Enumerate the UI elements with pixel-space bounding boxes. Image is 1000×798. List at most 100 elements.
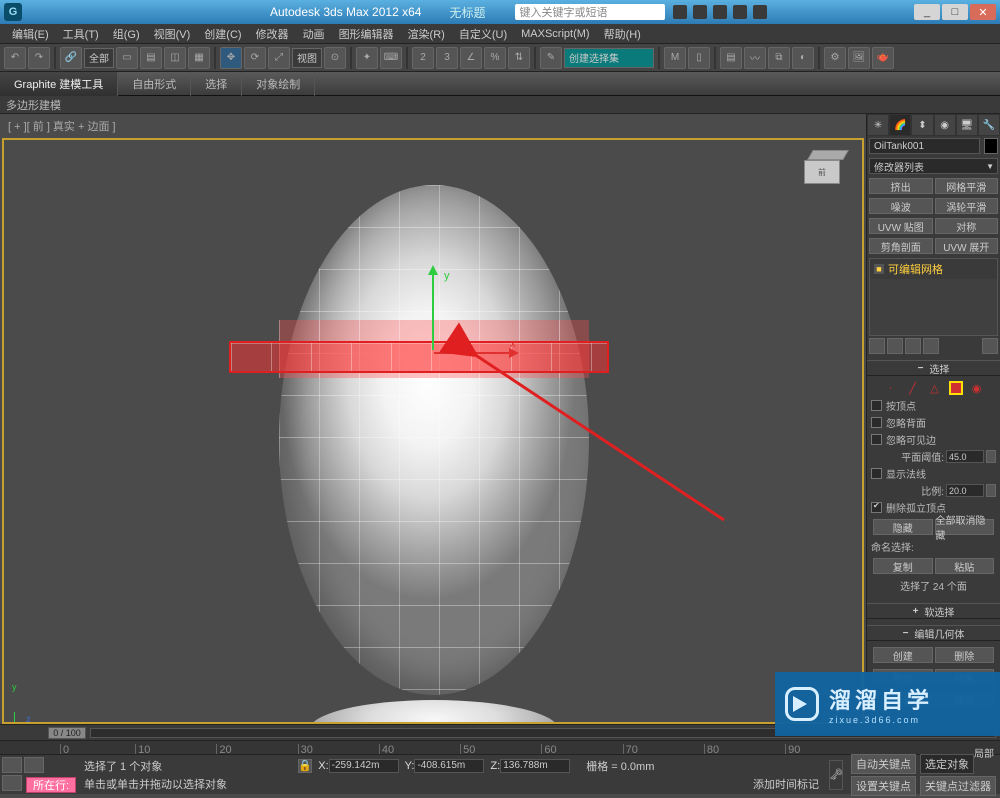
- ribbon-panel-label[interactable]: 多边形建模: [0, 96, 1000, 114]
- copy-button[interactable]: 复制: [873, 558, 933, 574]
- object-color-swatch[interactable]: [984, 138, 998, 154]
- help-icon[interactable]: [753, 5, 767, 19]
- mod-extrude[interactable]: 挤出: [869, 178, 933, 194]
- normal-scale-spinner[interactable]: 20.0: [946, 484, 984, 497]
- tab-hierarchy-icon[interactable]: ⬍: [911, 114, 933, 136]
- angle-snap-button[interactable]: ∠: [460, 47, 482, 69]
- menu-animation[interactable]: 动画: [297, 24, 331, 44]
- viewport-label[interactable]: [ + ][ 前 ] 真实 + 边面 ]: [0, 114, 866, 138]
- modifier-list-dropdown[interactable]: 修改器列表: [869, 158, 998, 174]
- planar-threshold-spinner[interactable]: 45.0: [946, 450, 984, 463]
- render-setup-button[interactable]: ⚙: [824, 47, 846, 69]
- select-name-button[interactable]: ▤: [140, 47, 162, 69]
- trackbar-icon2[interactable]: [24, 757, 44, 773]
- show-normals-checkbox[interactable]: [871, 468, 882, 479]
- modifier-stack[interactable]: ■可编辑网格: [869, 258, 998, 336]
- manipulate-button[interactable]: ✦: [356, 47, 378, 69]
- delete-iso-checkbox[interactable]: [871, 502, 882, 513]
- menu-graph[interactable]: 图形编辑器: [333, 24, 400, 44]
- stack-editable-mesh[interactable]: ■可编辑网格: [870, 259, 997, 279]
- exchange-icon[interactable]: [713, 5, 727, 19]
- menu-maxscript[interactable]: MAXScript(M): [515, 26, 595, 42]
- unhide-all-button[interactable]: 全部取消隐藏: [935, 519, 995, 535]
- element-level-icon[interactable]: ◉: [969, 380, 985, 396]
- selection-filter[interactable]: 全部: [84, 48, 114, 68]
- close-button[interactable]: ✕: [970, 4, 996, 20]
- curve-editor-button[interactable]: 〰: [744, 47, 766, 69]
- auto-key-button[interactable]: 自动关键点: [851, 754, 916, 774]
- menu-modifiers[interactable]: 修改器: [250, 24, 295, 44]
- face-level-icon[interactable]: △: [927, 380, 943, 396]
- mod-meshsmooth[interactable]: 网格平滑: [935, 178, 999, 194]
- viewport-front[interactable]: y x 前 y x z: [2, 138, 864, 724]
- tab-utilities-icon[interactable]: 🔧: [978, 114, 1000, 136]
- hide-button[interactable]: 隐藏: [873, 519, 933, 535]
- menu-help[interactable]: 帮助(H): [598, 24, 647, 44]
- ribbon-tab-selection[interactable]: 选择: [191, 72, 242, 96]
- trackbar-icon1[interactable]: [2, 757, 22, 773]
- keyboard-shortcut-button[interactable]: ⌨: [380, 47, 402, 69]
- rollout-selection[interactable]: 选择: [867, 360, 1000, 376]
- named-sel-sets[interactable]: 创建选择集: [564, 48, 654, 68]
- link-button[interactable]: 🔗: [60, 47, 82, 69]
- script-listener-icon[interactable]: [2, 775, 22, 791]
- use-center-button[interactable]: ⊙: [324, 47, 346, 69]
- delete-button[interactable]: 删除: [935, 647, 995, 663]
- mod-uvwmap[interactable]: UVW 贴图: [869, 218, 933, 234]
- percent-snap-button[interactable]: %: [484, 47, 506, 69]
- show-end-icon[interactable]: [887, 338, 903, 354]
- layers-button[interactable]: ▤: [720, 47, 742, 69]
- pin-stack-icon[interactable]: [869, 338, 885, 354]
- ribbon-tab-objectpaint[interactable]: 对象绘制: [242, 72, 315, 96]
- mod-chamferprof[interactable]: 剪角剖面: [869, 238, 933, 254]
- viewcube[interactable]: 前: [802, 150, 848, 190]
- rollout-edit-geometry[interactable]: 编辑几何体: [867, 625, 1000, 641]
- menu-group[interactable]: 组(G): [107, 24, 146, 44]
- undo-button[interactable]: ↶: [4, 47, 26, 69]
- subscription-icon[interactable]: [693, 5, 707, 19]
- material-editor-button[interactable]: ◐: [792, 47, 814, 69]
- mod-symmetry[interactable]: 对称: [935, 218, 999, 234]
- create-button[interactable]: 创建: [873, 647, 933, 663]
- menu-customize[interactable]: 自定义(U): [453, 24, 513, 44]
- key-icon[interactable]: 🗝: [829, 760, 843, 790]
- tab-create-icon[interactable]: ✳: [867, 114, 889, 136]
- polygon-level-icon[interactable]: [949, 381, 963, 395]
- move-gizmo-y-arrow[interactable]: [432, 270, 434, 350]
- edit-named-sel-button[interactable]: ✎: [540, 47, 562, 69]
- window-crossing-button[interactable]: ▦: [188, 47, 210, 69]
- tab-modify-icon[interactable]: 🌈: [889, 114, 911, 136]
- rollout-soft-selection[interactable]: 软选择: [867, 603, 1000, 619]
- render-button[interactable]: 🫖: [872, 47, 894, 69]
- favorite-icon[interactable]: [733, 5, 747, 19]
- mini-listener-caret[interactable]: 所在行:: [26, 777, 76, 793]
- mod-noise[interactable]: 噪波: [869, 198, 933, 214]
- select-object-button[interactable]: ▭: [116, 47, 138, 69]
- menu-views[interactable]: 视图(V): [148, 24, 197, 44]
- move-button[interactable]: ✥: [220, 47, 242, 69]
- mod-uvwunwrap[interactable]: UVW 展开: [935, 238, 999, 254]
- ref-coord-system[interactable]: 视图: [292, 48, 322, 68]
- unique-icon[interactable]: [905, 338, 921, 354]
- key-mode-dropdown[interactable]: 选定对象: [920, 754, 974, 774]
- vertex-level-icon[interactable]: ·: [883, 380, 899, 396]
- coord-x-field[interactable]: -259.142m: [329, 759, 399, 773]
- set-key-button[interactable]: 设置关键点: [851, 776, 916, 796]
- menu-tools[interactable]: 工具(T): [57, 24, 105, 44]
- configure-sets-icon[interactable]: [982, 338, 998, 354]
- ribbon-tab-freeform[interactable]: 自由形式: [118, 72, 191, 96]
- rendered-frame-button[interactable]: 🖼: [848, 47, 870, 69]
- tab-motion-icon[interactable]: ◉: [934, 114, 956, 136]
- redo-button[interactable]: ↷: [28, 47, 50, 69]
- edge-level-icon[interactable]: ╱: [905, 380, 921, 396]
- paste-button[interactable]: 粘贴: [935, 558, 995, 574]
- tab-display-icon[interactable]: 🖥: [956, 114, 978, 136]
- spinner-arrows[interactable]: [986, 484, 996, 497]
- maximize-button[interactable]: □: [942, 4, 968, 20]
- search-icon[interactable]: [673, 5, 687, 19]
- menu-edit[interactable]: 编辑(E): [6, 24, 55, 44]
- spinner-snap-button[interactable]: ⇅: [508, 47, 530, 69]
- minimize-button[interactable]: _: [914, 4, 940, 20]
- schematic-button[interactable]: ⧉: [768, 47, 790, 69]
- rotate-button[interactable]: ⟳: [244, 47, 266, 69]
